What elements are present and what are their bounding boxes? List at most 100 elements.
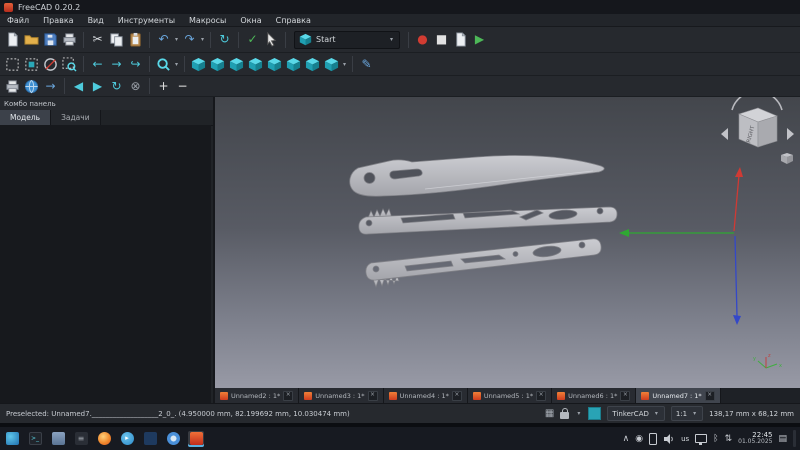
macro-play-icon[interactable]: ▶ bbox=[470, 30, 489, 49]
axonometric-dropdown-icon[interactable]: ▾ bbox=[341, 61, 348, 68]
zoom-region-icon[interactable] bbox=[60, 55, 79, 74]
redo-icon[interactable]: ↷ bbox=[180, 30, 199, 49]
open-browser-icon[interactable]: → bbox=[41, 77, 60, 96]
zoom-out-icon[interactable]: − bbox=[173, 77, 192, 96]
start-menu-button[interactable] bbox=[4, 431, 20, 447]
view-isometric-icon[interactable] bbox=[189, 55, 208, 74]
print-icon[interactable] bbox=[60, 30, 79, 49]
editor-app-button[interactable]: ≡ bbox=[73, 431, 89, 447]
clipping-plane-icon[interactable] bbox=[41, 55, 60, 74]
firefox-app-button[interactable] bbox=[96, 431, 112, 447]
combo-panel-title[interactable]: Комбо панель bbox=[0, 97, 213, 110]
window-titlebar[interactable]: FreeCAD 0.20.2 bbox=[0, 0, 800, 14]
menu-windows[interactable]: Окна bbox=[233, 16, 268, 25]
menu-edit[interactable]: Правка bbox=[36, 16, 80, 25]
clock[interactable]: 22:45 01.05.2025 bbox=[738, 431, 772, 446]
network-icon[interactable]: ⇅ bbox=[725, 434, 733, 444]
display-icon[interactable] bbox=[695, 434, 708, 445]
view-left-icon[interactable] bbox=[303, 55, 322, 74]
new-file-icon[interactable] bbox=[3, 30, 22, 49]
doc-tab[interactable]: Unnamed6 : 1* × bbox=[552, 388, 637, 403]
notifications-icon[interactable]: ▤ bbox=[778, 434, 787, 444]
view-front-icon[interactable] bbox=[208, 55, 227, 74]
browser-stop-icon[interactable]: ⊗ bbox=[126, 77, 145, 96]
doc-tab[interactable]: Unnamed5 : 1* × bbox=[467, 388, 553, 403]
menu-tools[interactable]: Инструменты bbox=[111, 16, 182, 25]
workbench-selector[interactable]: Start ▾ bbox=[294, 30, 400, 49]
doc-tab[interactable]: Unnamed3 : 1* × bbox=[299, 388, 384, 403]
select-cursor-icon[interactable] bbox=[262, 30, 281, 49]
grid-toggle-icon[interactable]: ▦ bbox=[545, 408, 554, 419]
code-app-button[interactable] bbox=[142, 431, 158, 447]
browser-refresh-icon[interactable]: ↻ bbox=[107, 77, 126, 96]
files-app-button[interactable] bbox=[50, 431, 66, 447]
whats-this-check-icon[interactable]: ✓ bbox=[243, 30, 262, 49]
telegram-app-button[interactable]: ▸ bbox=[119, 431, 135, 447]
web-home-icon[interactable] bbox=[22, 77, 41, 96]
phone-connect-icon[interactable] bbox=[649, 432, 658, 445]
printer-icon[interactable] bbox=[3, 77, 22, 96]
freecad-task-button[interactable] bbox=[188, 430, 204, 447]
copy-icon[interactable] bbox=[107, 30, 126, 49]
volume-icon[interactable] bbox=[663, 433, 675, 445]
zoom-in-icon[interactable]: + bbox=[154, 77, 173, 96]
menu-view[interactable]: Вид bbox=[81, 16, 111, 25]
paste-icon[interactable] bbox=[126, 30, 145, 49]
navigation-cube[interactable]: RIGHT bbox=[721, 97, 794, 164]
keyboard-layout-indicator[interactable]: us bbox=[681, 435, 689, 443]
tab-tasks[interactable]: Задачи bbox=[51, 110, 101, 125]
measure-icon[interactable]: ✎ bbox=[357, 55, 376, 74]
browser-back-icon[interactable]: ◀ bbox=[69, 77, 88, 96]
view-axonometric-icon[interactable] bbox=[322, 55, 341, 74]
knife-handle-part-2[interactable] bbox=[365, 238, 602, 289]
close-icon[interactable]: × bbox=[536, 390, 547, 401]
lock-dropdown-icon[interactable]: ▾ bbox=[575, 410, 582, 417]
model-tree-area[interactable] bbox=[0, 125, 211, 403]
view-rear-icon[interactable] bbox=[265, 55, 284, 74]
box-element-selection-icon[interactable] bbox=[22, 55, 41, 74]
macro-edit-icon[interactable] bbox=[451, 30, 470, 49]
menu-macros[interactable]: Макросы bbox=[182, 16, 233, 25]
menu-file[interactable]: Файл bbox=[0, 16, 36, 25]
nav-back-arrow-icon[interactable]: ← bbox=[88, 55, 107, 74]
macro-record-icon[interactable]: ● bbox=[413, 30, 432, 49]
undo-icon[interactable]: ↶ bbox=[154, 30, 173, 49]
save-icon[interactable] bbox=[41, 30, 60, 49]
menu-help[interactable]: Справка bbox=[269, 16, 318, 25]
doc-tab[interactable]: Unnamed4 : 1* × bbox=[383, 388, 468, 403]
tray-expand-icon[interactable]: ∧ bbox=[623, 434, 630, 444]
terminal-app-button[interactable]: >_ bbox=[27, 431, 43, 447]
3d-viewport[interactable]: RIGHT x y z bbox=[215, 97, 800, 388]
scale-selector[interactable]: 1:1 ▾ bbox=[670, 406, 704, 421]
close-icon[interactable]: × bbox=[283, 390, 294, 401]
cut-icon[interactable]: ✂ bbox=[88, 30, 107, 49]
view-bottom-icon[interactable] bbox=[284, 55, 303, 74]
media-tray-icon[interactable]: ◉ bbox=[635, 434, 643, 444]
lock-icon[interactable] bbox=[560, 407, 570, 419]
nav-forward-arrow-icon[interactable]: → bbox=[107, 55, 126, 74]
fit-zoom-icon[interactable] bbox=[154, 55, 173, 74]
close-icon[interactable]: × bbox=[704, 390, 715, 401]
close-icon[interactable]: × bbox=[367, 390, 378, 401]
knife-handle-part-1[interactable] bbox=[358, 206, 618, 235]
doc-tab[interactable]: Unnamed2 : 1* × bbox=[215, 388, 300, 403]
color-swatch-button[interactable] bbox=[588, 407, 602, 420]
show-desktop-button[interactable] bbox=[793, 430, 796, 447]
view-top-icon[interactable] bbox=[227, 55, 246, 74]
close-icon[interactable]: × bbox=[620, 390, 631, 401]
doc-tab-active[interactable]: Unnamed7 : 1* × bbox=[636, 388, 721, 403]
link-navigate-icon[interactable]: ↪ bbox=[126, 55, 145, 74]
bluetooth-icon[interactable]: ᛒ bbox=[713, 434, 718, 444]
redo-dropdown-icon[interactable]: ▾ bbox=[199, 36, 206, 43]
view-right-icon[interactable] bbox=[246, 55, 265, 74]
navigation-style-selector[interactable]: TinkerCAD ▾ bbox=[607, 406, 665, 421]
browser-app-button[interactable] bbox=[165, 431, 181, 447]
browser-forward-icon[interactable]: ▶ bbox=[88, 77, 107, 96]
open-file-icon[interactable] bbox=[22, 30, 41, 49]
fit-zoom-dropdown-icon[interactable]: ▾ bbox=[173, 61, 180, 68]
refresh-icon[interactable]: ↻ bbox=[215, 30, 234, 49]
box-selection-icon[interactable] bbox=[3, 55, 22, 74]
macro-stop-icon[interactable]: ■ bbox=[432, 30, 451, 49]
tab-model[interactable]: Модель bbox=[0, 110, 52, 125]
undo-dropdown-icon[interactable]: ▾ bbox=[173, 36, 180, 43]
